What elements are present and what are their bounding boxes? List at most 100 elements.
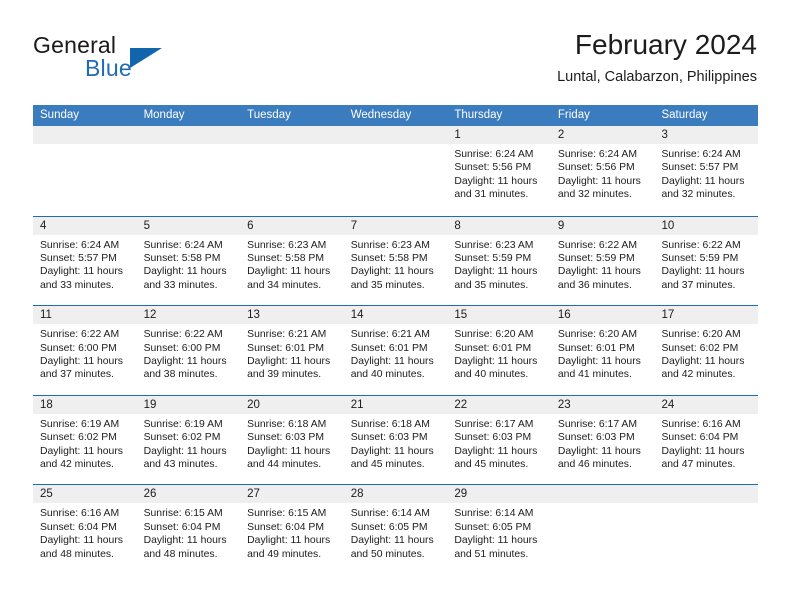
daylight-text-line2: and 47 minutes.	[661, 459, 736, 470]
day-cell[interactable]: 27 Sunrise: 6:15 AM Sunset: 6:04 PM Dayligh…	[240, 485, 344, 574]
daylight-text-line1: Daylight: 11 hours	[247, 445, 331, 457]
daylight-text-line1: Daylight: 11 hours	[40, 266, 123, 278]
day-details: Sunrise: 6:15 AM Sunset: 6:04 PM Daylight:…	[240, 503, 344, 561]
daylight-text-line2: and 48 minutes.	[143, 548, 218, 560]
day-number-band: 19	[136, 395, 241, 414]
sunset-text: Sunset: 5:56 PM	[454, 162, 532, 174]
day-number: 17	[661, 309, 675, 322]
sunrise-text: Sunrise: 6:20 AM	[557, 329, 638, 341]
day-cell[interactable]: 2 Sunrise: 6:24 AM Sunset: 5:56 PM Daylight…	[550, 126, 655, 216]
day-cell[interactable]: 6 Sunrise: 6:23 AM Sunset: 5:58 PM Daylight…	[240, 216, 344, 306]
day-number-band	[136, 126, 241, 144]
day-number-band: 15	[447, 306, 551, 325]
daylight-text-line1: Daylight: 11 hours	[350, 356, 434, 367]
page-title: February 2024	[574, 29, 757, 60]
daylight-text-line2: and 37 minutes.	[661, 279, 736, 291]
day-number: 8	[454, 219, 461, 232]
weekday-header-tuesday: Tuesday	[247, 109, 291, 121]
day-cell[interactable]: 21 Sunrise: 6:18 AM Sunset: 6:03 PM Dayligh…	[343, 395, 448, 485]
day-cell[interactable]: 5 Sunrise: 6:24 AM Sunset: 5:58 PM Daylight…	[136, 216, 241, 306]
day-cell[interactable]: 23 Sunrise: 6:17 AM Sunset: 6:03 PM Dayligh…	[550, 395, 655, 485]
day-cell[interactable]: 29 Sunrise: 6:14 AM Sunset: 6:05 PM Dayligh…	[447, 485, 551, 574]
daylight-text-line1: Daylight: 11 hours	[557, 175, 641, 187]
day-number: 21	[350, 398, 364, 411]
weekday-header-friday: Friday	[557, 109, 590, 121]
day-cell[interactable]: 10 Sunrise: 6:22 AM Sunset: 5:59 PM Dayligh…	[654, 216, 759, 306]
day-details: Sunrise: 6:17 AM Sunset: 6:03 PM Daylight:…	[447, 414, 551, 472]
day-cell[interactable]: 12 Sunrise: 6:22 AM Sunset: 6:00 PM Dayligh…	[136, 306, 241, 395]
day-cell[interactable]: 15 Sunrise: 6:20 AM Sunset: 6:01 PM Dayligh…	[447, 306, 551, 395]
daylight-text-line2: and 41 minutes.	[557, 369, 632, 381]
calendar-page: General Blue February 2024 Luntal, Calab…	[0, 0, 792, 612]
weekday-header-row: Sunday Monday Tuesday Wednesday Thursday…	[33, 105, 758, 126]
sunrise-text: Sunrise: 6:14 AM	[454, 508, 534, 520]
daylight-text-line2: and 45 minutes.	[350, 459, 425, 470]
day-number: 22	[454, 398, 468, 411]
sunset-text: Sunset: 6:03 PM	[557, 432, 635, 444]
sunset-text: Sunset: 6:03 PM	[350, 432, 428, 444]
sunset-text: Sunset: 5:58 PM	[350, 253, 428, 264]
day-number-band: 8	[447, 216, 551, 235]
daylight-text-line1: Daylight: 11 hours	[247, 535, 331, 547]
day-number-band: 24	[654, 395, 759, 414]
sunset-text: Sunset: 5:59 PM	[557, 253, 635, 264]
day-cell[interactable]: 4 Sunrise: 6:24 AM Sunset: 5:57 PM Daylight…	[33, 216, 137, 306]
day-cell[interactable]: 24 Sunrise: 6:16 AM Sunset: 6:04 PM Dayligh…	[654, 395, 759, 485]
sunrise-text: Sunrise: 6:20 AM	[454, 329, 534, 341]
sunset-text: Sunset: 6:02 PM	[661, 342, 739, 354]
day-number-band: 14	[343, 306, 448, 325]
sunrise-text: Sunrise: 6:24 AM	[454, 149, 534, 160]
weekday-header-sunday: Sunday	[40, 109, 80, 121]
day-number: 20	[247, 398, 260, 411]
day-details: Sunrise: 6:22 AM Sunset: 5:59 PM Daylight:…	[654, 235, 758, 293]
day-details: Sunrise: 6:22 AM Sunset: 6:00 PM Daylight:…	[33, 324, 137, 382]
day-cell[interactable]: 7 Sunrise: 6:23 AM Sunset: 5:58 PM Daylight…	[343, 216, 448, 306]
day-cell[interactable]: 17 Sunrise: 6:20 AM Sunset: 6:02 PM Dayligh…	[654, 306, 759, 395]
day-details: Sunrise: 6:19 AM Sunset: 6:02 PM Daylight:…	[137, 414, 241, 472]
day-details: Sunrise: 6:23 AM Sunset: 5:58 PM Daylight:…	[344, 235, 448, 293]
daylight-text-line1: Daylight: 11 hours	[557, 445, 641, 457]
daylight-text-line1: Daylight: 11 hours	[40, 356, 123, 367]
day-cell-empty	[33, 126, 137, 216]
sunset-text: Sunset: 6:00 PM	[143, 342, 221, 354]
daylight-text-line1: Daylight: 11 hours	[661, 356, 745, 367]
daylight-text-line2: and 37 minutes.	[40, 369, 114, 381]
sunset-text: Sunset: 6:01 PM	[350, 342, 428, 354]
day-number-band	[343, 126, 448, 144]
day-cell[interactable]: 1 Sunrise: 6:24 AM Sunset: 5:56 PM Daylight…	[447, 126, 551, 216]
day-details: Sunrise: 6:24 AM Sunset: 5:56 PM Daylight:…	[551, 144, 655, 202]
day-cell[interactable]: 14 Sunrise: 6:21 AM Sunset: 6:01 PM Dayligh…	[343, 306, 448, 395]
day-cell[interactable]: 22 Sunrise: 6:17 AM Sunset: 6:03 PM Dayligh…	[447, 395, 551, 485]
day-cell[interactable]: 9 Sunrise: 6:22 AM Sunset: 5:59 PM Daylight…	[550, 216, 655, 306]
sunrise-text: Sunrise: 6:20 AM	[661, 329, 741, 341]
day-cell[interactable]: 20 Sunrise: 6:18 AM Sunset: 6:03 PM Dayligh…	[240, 395, 344, 485]
day-cell[interactable]: 25 Sunrise: 6:16 AM Sunset: 6:04 PM Dayligh…	[33, 485, 137, 574]
sunrise-text: Sunrise: 6:23 AM	[350, 239, 430, 251]
daylight-text-line2: and 39 minutes.	[247, 369, 322, 381]
sunrise-text: Sunrise: 6:24 AM	[557, 149, 638, 160]
day-number-band	[33, 126, 137, 144]
day-cell-empty	[136, 126, 241, 216]
day-cell[interactable]: 8 Sunrise: 6:23 AM Sunset: 5:59 PM Daylight…	[447, 216, 551, 306]
day-number-band: 5	[136, 216, 241, 235]
day-cell[interactable]: 28 Sunrise: 6:14 AM Sunset: 6:05 PM Dayligh…	[343, 485, 448, 574]
day-cell[interactable]: 19 Sunrise: 6:19 AM Sunset: 6:02 PM Dayligh…	[136, 395, 241, 485]
daylight-text-line1: Daylight: 11 hours	[454, 535, 538, 547]
day-cell[interactable]: 13 Sunrise: 6:21 AM Sunset: 6:01 PM Dayligh…	[240, 306, 344, 395]
sunrise-text: Sunrise: 6:21 AM	[247, 329, 327, 341]
daylight-text-line2: and 32 minutes.	[557, 189, 632, 201]
day-number-band: 18	[33, 395, 137, 414]
day-cell[interactable]: 26 Sunrise: 6:15 AM Sunset: 6:04 PM Dayligh…	[136, 485, 241, 574]
day-details: Sunrise: 6:20 AM Sunset: 6:02 PM Daylight:…	[654, 324, 758, 382]
day-details: Sunrise: 6:24 AM Sunset: 5:57 PM Daylight:…	[33, 235, 137, 293]
daylight-text-line1: Daylight: 11 hours	[350, 266, 434, 278]
day-cell[interactable]: 11 Sunrise: 6:22 AM Sunset: 6:00 PM Dayligh…	[33, 306, 137, 395]
day-cell[interactable]: 3 Sunrise: 6:24 AM Sunset: 5:57 PM Daylight…	[654, 126, 759, 216]
day-details: Sunrise: 6:14 AM Sunset: 6:05 PM Daylight:…	[344, 503, 448, 561]
weekday-header-thursday: Thursday	[454, 109, 503, 121]
day-cell[interactable]: 18 Sunrise: 6:19 AM Sunset: 6:02 PM Dayligh…	[33, 395, 137, 485]
day-cell[interactable]: 16 Sunrise: 6:20 AM Sunset: 6:01 PM Dayligh…	[550, 306, 655, 395]
page-header: General Blue February 2024 Luntal, Calab…	[33, 28, 757, 98]
day-details: Sunrise: 6:22 AM Sunset: 5:59 PM Daylight:…	[551, 235, 655, 293]
day-details: Sunrise: 6:16 AM Sunset: 6:04 PM Daylight:…	[654, 414, 758, 472]
